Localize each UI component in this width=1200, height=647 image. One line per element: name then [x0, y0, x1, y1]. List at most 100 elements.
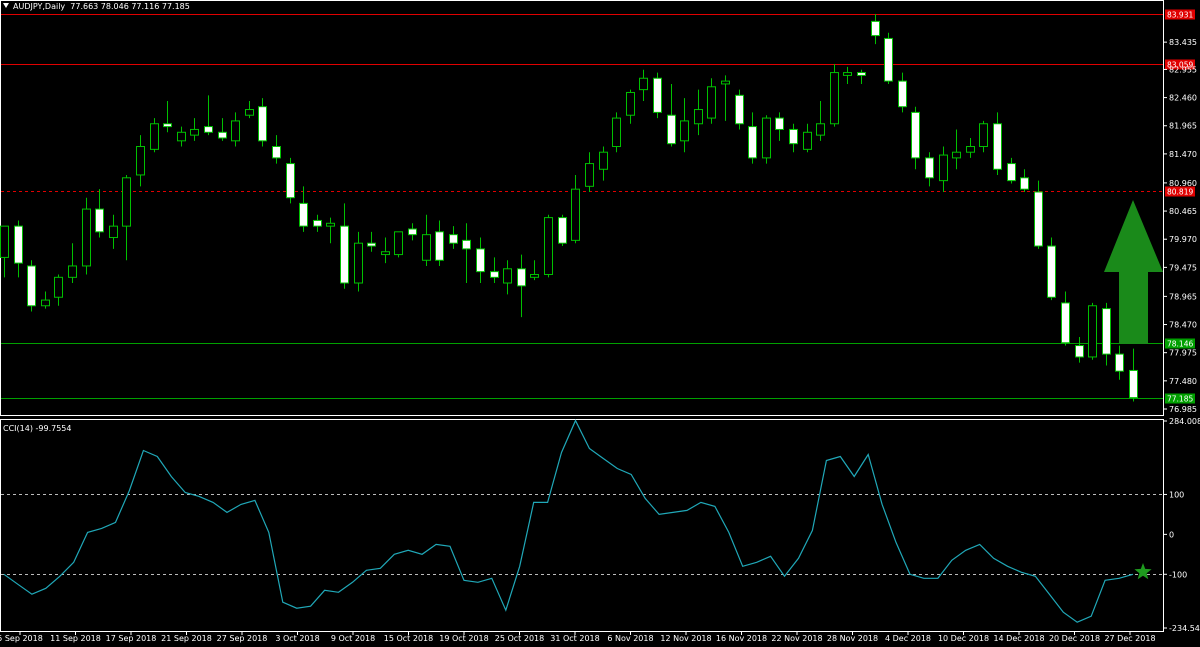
candle-body[interactable] — [354, 242, 363, 284]
candle-body[interactable] — [803, 131, 812, 150]
collapse-triangle-icon[interactable] — [3, 3, 9, 8]
candle-body[interactable] — [0, 225, 9, 258]
candle-body[interactable] — [680, 120, 689, 142]
candle-body[interactable] — [1075, 345, 1084, 358]
candle-body[interactable] — [898, 80, 907, 108]
candle-body[interactable] — [1034, 191, 1043, 247]
candle-body[interactable] — [735, 94, 744, 125]
candle-body[interactable] — [408, 228, 417, 236]
candle-body[interactable] — [843, 72, 852, 76]
candle-body[interactable] — [939, 154, 948, 182]
candle-body[interactable] — [27, 265, 36, 307]
time-axis-label: 19 Oct 2018 — [439, 634, 488, 643]
candle-body[interactable] — [612, 117, 621, 148]
price-axis-label: 81.965 — [1169, 122, 1197, 131]
candle-body[interactable] — [1020, 177, 1029, 190]
candle-body[interactable] — [340, 225, 349, 284]
time-axis-label: 11 Sep 2018 — [50, 634, 101, 643]
chart-window[interactable]: 83.931 83.059 80.819 78.146 77.185 83.435 82.… — [0, 0, 1200, 647]
time-axis-label: 28 Nov 2018 — [827, 634, 878, 643]
candle-body[interactable] — [503, 268, 512, 284]
candle-body[interactable] — [925, 157, 934, 179]
candle-body[interactable] — [14, 225, 23, 264]
time-axis-label: 14 Dec 2018 — [993, 634, 1044, 643]
candle-body[interactable] — [1088, 305, 1097, 358]
price-panel — [0, 0, 1164, 416]
candle-body[interactable] — [952, 151, 961, 159]
candle-body[interactable] — [41, 299, 50, 307]
candle-body[interactable] — [490, 271, 499, 278]
candle-body[interactable] — [82, 208, 91, 267]
candle-body[interactable] — [626, 91, 635, 116]
candle-body[interactable] — [367, 242, 376, 247]
candle-body[interactable] — [68, 265, 77, 278]
candle-body[interactable] — [966, 146, 975, 153]
candle-body[interactable] — [150, 123, 159, 150]
candle-body[interactable] — [571, 188, 580, 241]
candle-body[interactable] — [993, 123, 1002, 170]
candle-body[interactable] — [54, 276, 63, 298]
candle-body[interactable] — [1007, 163, 1016, 182]
chart-canvas[interactable]: 83.93183.05980.81978.14677.185 83.43582.… — [0, 0, 1200, 647]
candle-body[interactable] — [272, 146, 281, 159]
candle-body[interactable] — [381, 251, 390, 256]
candle-body[interactable] — [830, 72, 839, 125]
candle-body[interactable] — [857, 72, 866, 76]
candle-body[interactable] — [721, 80, 730, 85]
up-arrow-icon[interactable] — [1104, 200, 1163, 344]
candle-body[interactable] — [299, 202, 308, 227]
candle-body[interactable] — [544, 217, 553, 275]
candle-body[interactable] — [639, 77, 648, 91]
candle-body[interactable] — [435, 231, 444, 261]
price-axis-label: 83.435 — [1169, 38, 1197, 47]
candle-body[interactable] — [979, 123, 988, 148]
candle-body[interactable] — [1047, 245, 1056, 298]
candle-body[interactable] — [136, 146, 145, 176]
candle-body[interactable] — [204, 126, 213, 133]
candle-body[interactable] — [707, 86, 716, 119]
time-axis: 5 Sep 2018 11 Sep 2018 17 Sep 2018 21 Sep 2… — [0, 631, 1156, 643]
candle-body[interactable] — [422, 234, 431, 261]
candle-body[interactable] — [911, 111, 920, 159]
star-icon[interactable] — [1134, 563, 1152, 580]
candle-body[interactable] — [394, 231, 403, 256]
candle-body[interactable] — [1061, 302, 1070, 344]
candle-body[interactable] — [95, 208, 104, 233]
candle-body[interactable] — [653, 77, 662, 113]
candle-body[interactable] — [1102, 308, 1111, 355]
candle-body[interactable] — [1115, 353, 1124, 372]
candle-body[interactable] — [163, 123, 172, 128]
candle-body[interactable] — [585, 163, 594, 187]
candle-body[interactable] — [218, 131, 227, 139]
candle-body[interactable] — [326, 222, 335, 227]
candle-body[interactable] — [313, 219, 322, 227]
candle-body[interactable] — [231, 120, 240, 142]
candle-body[interactable] — [748, 126, 757, 159]
candle-body[interactable] — [449, 234, 458, 244]
candle-body[interactable] — [599, 151, 608, 170]
candle-body[interactable] — [789, 128, 798, 145]
candle-body[interactable] — [762, 117, 771, 159]
time-axis-label: 21 Sep 2018 — [161, 634, 212, 643]
candle-body[interactable] — [775, 117, 784, 130]
candle-body[interactable] — [558, 217, 567, 244]
candle-body[interactable] — [816, 123, 825, 136]
candle-body[interactable] — [462, 239, 471, 250]
candle-body[interactable] — [871, 20, 880, 37]
candle-body[interactable] — [245, 109, 254, 116]
candle-body[interactable] — [286, 163, 295, 199]
candle-body[interactable] — [190, 128, 199, 136]
candle-body[interactable] — [517, 268, 526, 287]
candle-body[interactable] — [109, 225, 118, 239]
candle-body[interactable] — [1129, 369, 1138, 399]
candle-body[interactable] — [476, 248, 485, 273]
time-axis-label: 16 Nov 2018 — [716, 634, 767, 643]
candle-body[interactable] — [122, 177, 131, 227]
candle-body[interactable] — [884, 37, 893, 82]
candle-body[interactable] — [667, 114, 676, 145]
time-axis-label: 3 Oct 2018 — [275, 634, 319, 643]
candle-body[interactable] — [530, 273, 539, 278]
candle-body[interactable] — [177, 131, 186, 142]
candle-body[interactable] — [694, 109, 703, 125]
candle-body[interactable] — [258, 106, 267, 142]
